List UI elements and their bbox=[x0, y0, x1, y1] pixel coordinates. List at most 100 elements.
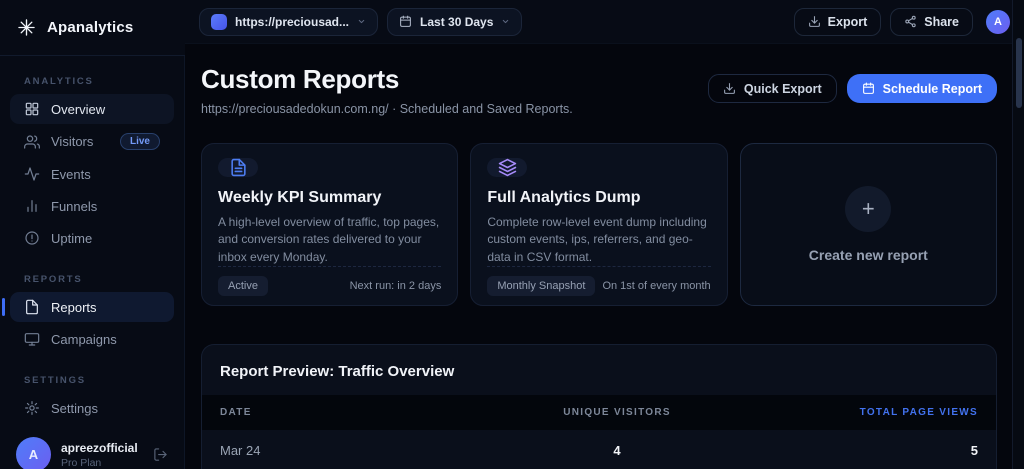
export-button[interactable]: Export bbox=[793, 7, 882, 36]
card-description: Complete row-level event dump including … bbox=[487, 215, 707, 264]
sidebar-item-label: Overview bbox=[51, 101, 106, 117]
logout-icon[interactable] bbox=[153, 447, 168, 462]
sidebar-item-label: Events bbox=[51, 166, 91, 182]
sidebar-item-visitors[interactable]: Visitors Live bbox=[10, 126, 174, 157]
chevron-down-icon bbox=[357, 17, 366, 26]
grid-icon bbox=[24, 101, 40, 117]
card-icon-box bbox=[487, 158, 528, 177]
gear-icon bbox=[24, 400, 40, 416]
user-avatar[interactable]: A bbox=[986, 9, 1010, 34]
sidebar-item-reports[interactable]: Reports bbox=[2, 292, 174, 322]
calendar-icon bbox=[399, 15, 412, 28]
status-badge: Active bbox=[218, 276, 268, 297]
sidebar-item-label: Reports bbox=[51, 299, 97, 315]
schedule-report-button[interactable]: Schedule Report bbox=[846, 74, 997, 103]
date-range-label: Last 30 Days bbox=[420, 14, 494, 29]
card-footer: Monthly Snapshot On 1st of every month bbox=[487, 266, 711, 297]
sidebar-item-events[interactable]: Events bbox=[10, 159, 174, 189]
site-selector-dropdown[interactable]: https://preciousad... bbox=[199, 7, 379, 36]
user-name: apreezofficial bbox=[61, 440, 138, 455]
card-title: Full Analytics Dump bbox=[487, 189, 641, 206]
cell-total-page-views: 5 bbox=[970, 443, 978, 458]
sidebar-item-campaigns[interactable]: Campaigns bbox=[10, 324, 174, 354]
card-icon-box bbox=[218, 158, 258, 177]
chevron-down-icon bbox=[501, 17, 510, 26]
header-actions: Quick Export Schedule Report bbox=[707, 74, 997, 103]
alert-circle-icon bbox=[24, 230, 40, 246]
site-selector-label: https://preciousad... bbox=[235, 14, 350, 29]
cell-unique-visitors: 4 bbox=[613, 443, 621, 458]
quick-export-button[interactable]: Quick Export bbox=[707, 74, 837, 103]
page-title-block: Custom Reports https://preciousadedokun.… bbox=[201, 64, 573, 116]
download-icon bbox=[808, 15, 821, 28]
quick-export-label: Quick Export bbox=[743, 81, 822, 96]
asterisk-logo-icon bbox=[17, 18, 36, 37]
sidebar-item-settings[interactable]: Settings bbox=[10, 393, 174, 423]
document-icon bbox=[229, 158, 248, 177]
card-title: Weekly KPI Summary bbox=[218, 189, 382, 206]
scrollbar-track[interactable] bbox=[1012, 0, 1024, 469]
report-card-analytics-dump[interactable]: Full Analytics Dump Complete row-level e… bbox=[470, 143, 728, 306]
brand-name: Apanalytics bbox=[47, 19, 134, 36]
column-header-date: DATE bbox=[220, 407, 252, 418]
brand-logo: Apanalytics bbox=[0, 0, 185, 56]
bar-chart-icon bbox=[24, 198, 40, 214]
main-header: Custom Reports https://preciousadedokun.… bbox=[201, 64, 997, 116]
live-badge: Live bbox=[119, 133, 160, 150]
page-title: Custom Reports bbox=[201, 64, 400, 94]
sidebar-section-analytics: ANALYTICS bbox=[24, 76, 94, 87]
schedule-report-label: Schedule Report bbox=[882, 81, 982, 96]
users-icon bbox=[24, 134, 40, 150]
column-header-unique-visitors: UNIQUE VISITORS bbox=[563, 407, 671, 418]
download-icon bbox=[723, 82, 736, 95]
avatar-initial: A bbox=[28, 447, 39, 462]
sidebar-item-funnels[interactable]: Funnels bbox=[10, 191, 174, 221]
share-icon bbox=[904, 15, 917, 28]
sidebar-item-uptime[interactable]: Uptime bbox=[10, 223, 174, 253]
main-content: Custom Reports https://preciousadedokun.… bbox=[185, 44, 1012, 469]
date-range-dropdown[interactable]: Last 30 Days bbox=[387, 7, 523, 36]
topbar: Apanalytics https://preciousad... Last 3… bbox=[0, 0, 1024, 56]
cell-date: Mar 24 bbox=[220, 443, 261, 458]
column-header-total-page-views: TOTAL PAGE VIEWS bbox=[859, 407, 978, 418]
report-cards-row: Weekly KPI Summary A high-level overview… bbox=[201, 143, 997, 306]
activity-icon bbox=[24, 166, 40, 182]
sidebar-item-label: Funnels bbox=[51, 198, 98, 214]
sidebar-section-reports: REPORTS bbox=[24, 274, 83, 285]
card-meta: On 1st of every month bbox=[602, 280, 711, 293]
sidebar-item-label: Campaigns bbox=[51, 331, 117, 347]
sidebar-item-label: Uptime bbox=[51, 230, 93, 246]
report-preview-title: Report Preview: Traffic Overview bbox=[220, 363, 455, 380]
status-badge: Monthly Snapshot bbox=[487, 276, 596, 297]
plus-icon: + bbox=[845, 186, 892, 232]
export-label: Export bbox=[827, 14, 868, 29]
file-icon bbox=[24, 299, 40, 315]
layers-icon bbox=[498, 158, 517, 177]
sidebar-item-label: Settings bbox=[51, 400, 98, 416]
scrollbar-thumb[interactable] bbox=[1016, 38, 1022, 108]
report-card-weekly-kpi[interactable]: Weekly KPI Summary A high-level overview… bbox=[201, 143, 459, 306]
calendar-icon bbox=[862, 82, 875, 95]
card-footer: Active Next run: in 2 days bbox=[218, 266, 442, 297]
user-plan: Pro Plan bbox=[61, 456, 102, 469]
topbar-main: https://preciousad... Last 30 Days Expor… bbox=[185, 0, 1024, 44]
user-avatar: A bbox=[16, 437, 51, 469]
user-meta: apreezofficial Pro Plan bbox=[61, 441, 138, 469]
sidebar: ANALYTICS Overview Visitors Live Events … bbox=[0, 56, 185, 469]
sidebar-item-overview[interactable]: Overview bbox=[10, 94, 174, 124]
table-header-row: DATE UNIQUE VISITORS TOTAL PAGE VIEWS bbox=[202, 395, 996, 430]
share-button[interactable]: Share bbox=[890, 7, 973, 36]
create-report-label: Create new report bbox=[808, 247, 928, 263]
sidebar-user[interactable]: A apreezofficial Pro Plan bbox=[0, 424, 184, 469]
site-favicon bbox=[211, 13, 227, 30]
sidebar-item-label: Visitors bbox=[51, 134, 94, 149]
create-new-report-card[interactable]: + Create new report bbox=[739, 143, 997, 306]
share-label: Share bbox=[924, 14, 959, 29]
avatar-initial: A bbox=[994, 15, 1002, 28]
report-preview-panel: Report Preview: Traffic Overview DATE UN… bbox=[201, 344, 997, 469]
monitor-icon bbox=[24, 331, 40, 347]
card-meta: Next run: in 2 days bbox=[349, 280, 442, 293]
page-subtitle: https://preciousadedokun.com.ng/ · Sched… bbox=[201, 102, 573, 116]
card-description: A high-level overview of traffic, top pa… bbox=[218, 215, 440, 264]
sidebar-section-settings: SETTINGS bbox=[24, 375, 86, 386]
